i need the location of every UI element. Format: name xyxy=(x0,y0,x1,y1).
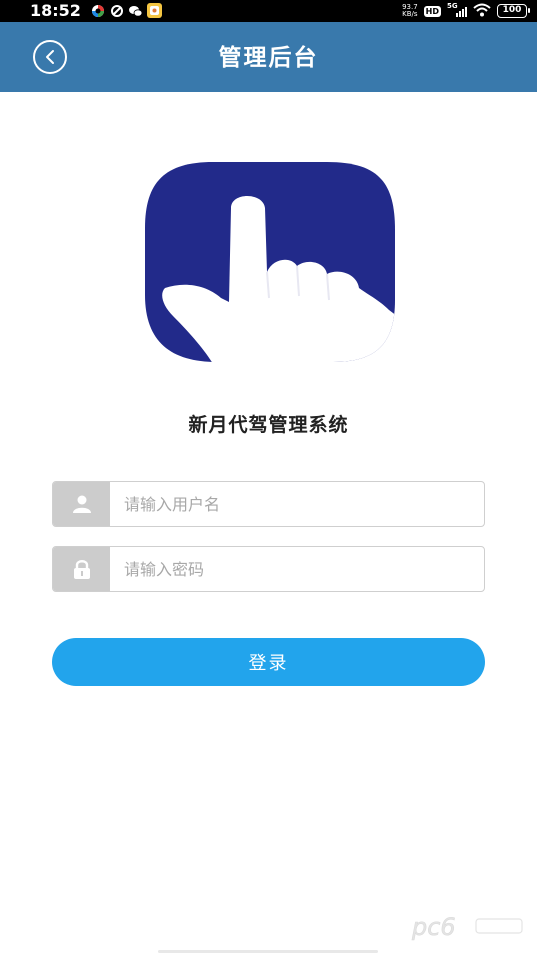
network-speed-unit: KB/s xyxy=(402,10,418,18)
page-title: 管理后台 xyxy=(218,45,319,71)
cellular-signal-icon: 5G xyxy=(447,2,467,18)
colorful-app-icon xyxy=(90,3,105,18)
wechat-icon xyxy=(128,3,143,18)
notification-icons xyxy=(90,3,162,18)
lock-icon xyxy=(53,547,110,591)
status-indicators: 93.7 KB/s HD 5G 100 xyxy=(402,0,530,22)
status-bar: 18:52 93.7 KB/s HD 5G 100 xyxy=(0,0,537,22)
network-speed: 93.7 KB/s xyxy=(402,4,418,18)
pc6-watermark-logo: pc6 xyxy=(410,911,525,941)
username-field xyxy=(52,481,485,527)
login-button[interactable]: 登录 xyxy=(52,638,485,686)
wifi-icon xyxy=(473,2,491,21)
home-indicator xyxy=(158,950,378,953)
user-icon xyxy=(53,482,110,526)
browser-app-icon xyxy=(109,3,124,18)
username-input[interactable] xyxy=(110,482,484,526)
photo-app-icon xyxy=(147,3,162,18)
password-input[interactable] xyxy=(110,547,484,591)
app-header: 管理后台 xyxy=(0,22,537,92)
app-logo xyxy=(143,160,397,364)
battery-level: 100 xyxy=(502,5,522,15)
hd-badge: HD xyxy=(423,5,441,17)
status-time: 18:52 xyxy=(30,1,81,20)
battery-icon: 100 xyxy=(497,4,530,18)
watermark-text: pc6 xyxy=(411,913,456,941)
password-field xyxy=(52,546,485,592)
app-name-heading: 新月代驾管理系统 xyxy=(188,414,349,436)
